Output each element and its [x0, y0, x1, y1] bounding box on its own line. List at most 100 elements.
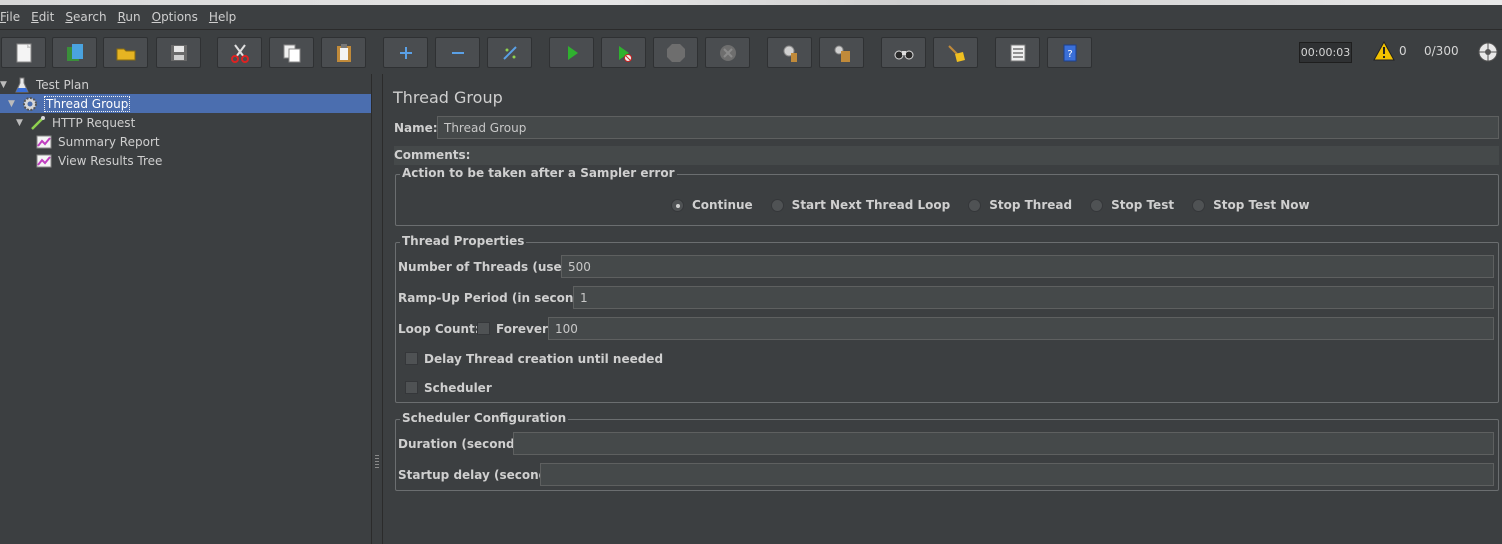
copy-button[interactable]: [269, 37, 314, 68]
open-button[interactable]: [103, 37, 148, 68]
active-threads-count: 0/300: [1424, 44, 1459, 58]
radio-stop-thread[interactable]: Stop Thread: [968, 198, 1072, 212]
radio-stop-test-now[interactable]: Stop Test Now: [1192, 198, 1310, 212]
radio-start-next-thread-loop[interactable]: Start Next Thread Loop: [770, 198, 950, 212]
warning-count: 0: [1399, 44, 1407, 58]
new-button[interactable]: [1, 37, 46, 68]
radio-indicator[interactable]: [1090, 198, 1104, 212]
paste-button[interactable]: [321, 37, 366, 68]
listener-chart-icon: [36, 134, 52, 150]
loop-count-input[interactable]: 100: [548, 317, 1494, 340]
tree-item-http-request[interactable]: ▼ HTTP Request: [16, 113, 135, 132]
tree-item-summary-report[interactable]: Summary Report: [36, 132, 160, 151]
menubar: File Edit Search Run Options Help: [0, 5, 1502, 29]
thread-properties-legend: Thread Properties: [400, 234, 527, 248]
menu-run-label: un: [125, 10, 141, 24]
clear-all-button[interactable]: [819, 37, 864, 68]
menu-options-mnemonic: O: [151, 10, 162, 24]
radio-label: Stop Test Now: [1213, 198, 1310, 212]
play-icon: [567, 45, 578, 60]
help-button[interactable]: ?: [1047, 37, 1092, 68]
save-disk-icon: [170, 44, 187, 61]
cut-button[interactable]: [217, 37, 262, 68]
toggle-wand-icon: [502, 45, 517, 60]
paste-clipboard-icon: [336, 43, 351, 62]
play-no-pause-icon: [618, 45, 632, 62]
radio-indicator[interactable]: [671, 198, 684, 212]
copy-icon: [283, 44, 300, 62]
menu-search-mnemonic: S: [65, 10, 73, 24]
delay-thread-checkbox[interactable]: [405, 352, 418, 365]
name-input[interactable]: Thread Group: [437, 116, 1499, 139]
radio-indicator[interactable]: [770, 198, 784, 212]
open-folder-icon: [116, 48, 135, 60]
comments-input[interactable]: [394, 146, 1499, 165]
expand-all-button[interactable]: [383, 37, 428, 68]
menu-help[interactable]: Help: [203, 10, 241, 24]
name-label: Name:: [394, 121, 438, 135]
listener-chart-icon: [36, 153, 52, 169]
collapse-all-button[interactable]: [435, 37, 480, 68]
menu-options[interactable]: Options: [146, 10, 203, 24]
sampler-pipette-icon: [30, 115, 46, 131]
rampup-label: Ramp-Up Period (in seconds):: [398, 291, 600, 305]
tree-item-label: HTTP Request: [52, 115, 136, 130]
menu-help-mnemonic: H: [208, 10, 218, 24]
radio-label: Continue: [692, 198, 753, 212]
tree-item-label: Thread Group: [44, 95, 131, 112]
new-file-icon: [16, 43, 31, 62]
menu-edit[interactable]: Edit: [25, 10, 59, 24]
startup-delay-input[interactable]: [540, 463, 1494, 486]
scheduler-checkbox[interactable]: [405, 381, 418, 394]
templates-button[interactable]: [52, 37, 97, 68]
save-button[interactable]: [156, 37, 201, 68]
radio-indicator[interactable]: [1192, 198, 1206, 212]
tree-item-thread-group[interactable]: ▼ Thread Group: [0, 94, 371, 113]
menu-edit-label: dit: [38, 10, 55, 24]
function-helper-button[interactable]: [995, 37, 1040, 68]
menu-help-label: elp: [217, 10, 237, 24]
radio-continue[interactable]: Continue: [671, 198, 753, 212]
radio-label: Stop Thread: [989, 198, 1073, 212]
forever-checkbox[interactable]: [477, 322, 490, 335]
menu-search[interactable]: Search: [59, 10, 111, 24]
help-book-icon: ?: [1063, 44, 1076, 61]
collapse-arrow-icon[interactable]: ▼: [0, 80, 10, 90]
collapse-arrow-icon[interactable]: ▼: [16, 118, 26, 128]
search-button[interactable]: [881, 37, 926, 68]
collapse-arrow-icon[interactable]: ▼: [8, 99, 18, 109]
start-no-pauses-button[interactable]: [601, 37, 646, 68]
svg-text:?: ?: [1067, 49, 1072, 60]
menu-run[interactable]: Run: [112, 10, 146, 24]
tree-item-view-results-tree[interactable]: View Results Tree: [36, 151, 162, 170]
toggle-button[interactable]: [487, 37, 532, 68]
menu-search-label: earch: [72, 10, 107, 24]
radio-stop-test[interactable]: Stop Test: [1090, 198, 1174, 212]
stop-icon: [666, 43, 685, 62]
rampup-input[interactable]: 1: [573, 286, 1494, 309]
remote-status-icon[interactable]: [1477, 41, 1499, 63]
split-pane-divider[interactable]: [371, 74, 383, 544]
threads-input[interactable]: 500: [561, 255, 1494, 278]
reset-search-button[interactable]: [933, 37, 978, 68]
start-button[interactable]: [549, 37, 594, 68]
comments-label: Comments:: [394, 148, 471, 162]
clear-button[interactable]: [767, 37, 812, 68]
plus-icon: [399, 46, 412, 59]
splitter-grip[interactable]: [375, 454, 379, 468]
tree-item-test-plan[interactable]: ▼ Test Plan: [0, 75, 89, 94]
scheduler-config-legend: Scheduler Configuration: [400, 411, 569, 425]
radio-indicator[interactable]: [968, 198, 982, 212]
shutdown-button[interactable]: [705, 37, 750, 68]
menu-file[interactable]: File: [0, 10, 25, 24]
scissors-icon: [230, 43, 249, 63]
warning-icon[interactable]: [1373, 41, 1395, 61]
scheduler-label: Scheduler: [424, 381, 492, 395]
tree-item-label: Test Plan: [36, 77, 89, 92]
loop-count-label: Loop Count:: [398, 322, 480, 336]
menu-edit-mnemonic: E: [31, 10, 39, 24]
duration-input[interactable]: [513, 432, 1494, 455]
stop-button[interactable]: [653, 37, 698, 68]
toolbar: ? 00:00:03 0 0/300: [0, 30, 1502, 74]
menu-file-label: ile: [6, 10, 21, 24]
